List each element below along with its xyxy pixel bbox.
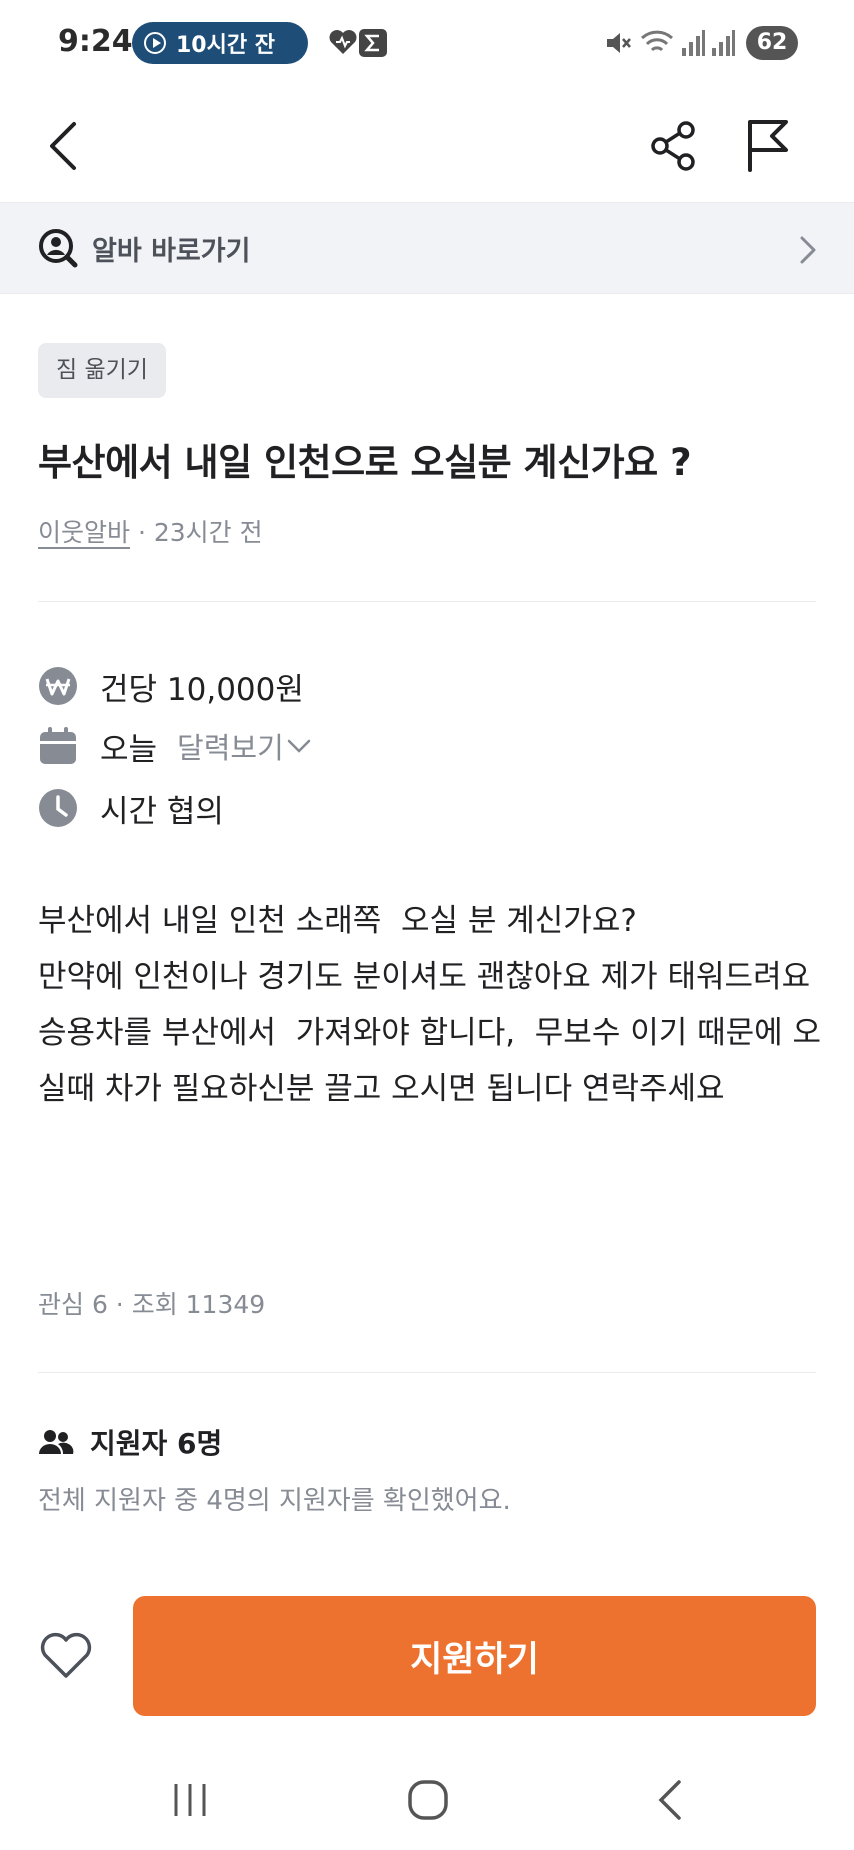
share-icon [651,121,695,171]
work-time-text: 시간 협의 [100,793,224,830]
heart-outline-icon [40,1632,92,1678]
recent-apps-button[interactable] [160,1772,220,1828]
signal-icon-2 [712,30,735,56]
nav-back-icon [658,1780,681,1820]
status-time: 9:24 [58,24,133,59]
heart-notification-icon [329,30,357,54]
date-row: 오늘 달력보기 [38,724,312,768]
app-bar [0,90,854,202]
people-icon [39,1430,74,1454]
applicants-header: 지원자 6명 [38,1422,222,1462]
sigma-notification-icon [359,29,387,57]
home-button[interactable] [398,1772,458,1828]
won-icon [38,666,78,706]
applicants-description: 전체 지원자 중 4명의 지원자를 확인했어요. [38,1486,511,1516]
share-button[interactable] [638,110,710,182]
report-button[interactable] [732,110,804,182]
pay-text: 건당 10,000원 [100,671,304,708]
time-row: 시간 협의 [38,786,224,830]
status-timer-pill: 10시간 잔 [132,22,308,64]
category-tag: 짐 옮기기 [38,343,166,398]
search-person-icon [39,229,78,268]
chevron-down-icon [287,739,311,753]
signal-icon-1 [682,30,705,56]
calendar-link-label: 달력보기 [177,731,284,765]
divider [38,601,816,602]
post-title: 부산에서 내일 인천으로 오실분 계신가요 ? [38,441,692,484]
calendar-view-link[interactable]: 달력보기 [177,725,312,767]
shortcut-label: 알바 바로가기 [92,235,251,267]
home-icon [408,1780,448,1820]
status-pill-text: 10시간 잔 [176,33,275,58]
battery-indicator: 62 [746,26,798,60]
flag-icon [748,120,788,172]
applicants-count: 지원자 6명 [90,1427,223,1460]
pay-row: 건당 10,000원 [38,664,304,708]
date-text: 오늘 [100,731,158,768]
nav-back-button[interactable] [640,1772,700,1828]
status-bar: 9:24 10시간 잔 62 [0,0,854,90]
apply-button[interactable]: 지원하기 [133,1596,816,1716]
chevron-right-icon [800,236,816,264]
system-nav-bar [0,1750,854,1850]
divider [38,1372,816,1373]
clock-icon [38,788,78,828]
post-stats: 관심 6 · 조회 11349 [38,1290,266,1319]
posted-time: 23시간 전 [153,518,263,547]
meta-separator: · [130,518,154,547]
recent-apps-icon [174,1784,206,1816]
job-shortcut-banner[interactable]: 알바 바로가기 [0,202,854,294]
back-button[interactable] [28,110,100,182]
post-meta: 이웃알바 · 23시간 전 [38,513,263,549]
mute-icon [607,33,631,53]
like-button[interactable] [38,1628,94,1684]
back-arrow-icon [50,122,76,170]
post-body: 부산에서 내일 인천 소래쪽 오실 분 계신가요? 만약에 인천이나 경기도 분… [38,903,822,1107]
author-link[interactable]: 이웃알바 [38,518,130,547]
play-icon [144,32,166,54]
calendar-icon [38,726,78,766]
wifi-icon [640,30,674,52]
